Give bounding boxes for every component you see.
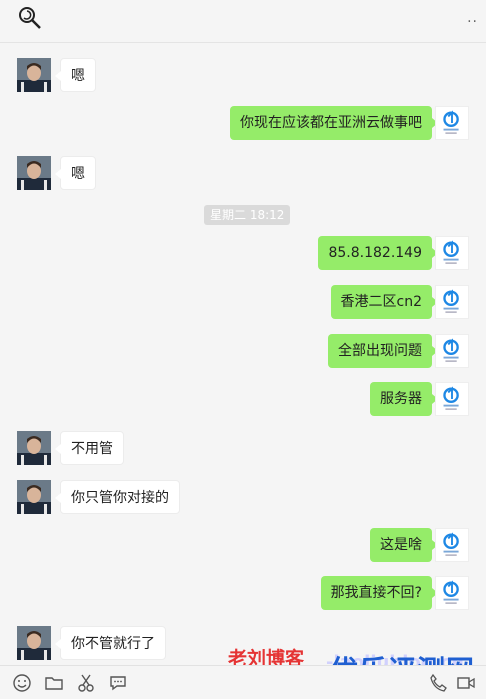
message-bubble[interactable]: 那我直接不回? (320, 576, 439, 610)
lollipop-icon[interactable] (18, 6, 42, 30)
message-row-outgoing: 你现在应该都在亚洲云做事吧 (0, 106, 486, 142)
contact-avatar[interactable] (17, 58, 51, 92)
self-avatar[interactable] (435, 528, 469, 562)
contact-avatar[interactable] (17, 626, 51, 660)
phone-icon[interactable] (428, 673, 448, 693)
video-icon[interactable] (456, 673, 476, 693)
message-bubble[interactable]: 你不管就行了 (55, 626, 166, 660)
message-bubble[interactable]: 香港二区cn2 (330, 285, 439, 319)
message-row-outgoing: 全部出现问题 (0, 334, 486, 370)
folder-icon[interactable] (44, 673, 64, 693)
message-bubble[interactable]: 你只管你对接的 (55, 480, 180, 514)
contact-avatar[interactable] (17, 480, 51, 514)
message-bubble[interactable]: 85.8.182.149 (318, 236, 438, 270)
emoji-icon[interactable] (12, 673, 32, 693)
contact-avatar[interactable] (17, 156, 51, 190)
message-bubble[interactable]: 服务器 (370, 382, 438, 416)
timestamp-badge: 星期二 18:12 (204, 205, 291, 225)
more-icon[interactable]: ·· (467, 14, 478, 30)
chat-icon[interactable] (108, 673, 128, 693)
self-avatar[interactable] (435, 382, 469, 416)
input-toolbar (0, 665, 486, 699)
message-row-incoming: 嗯 (0, 58, 486, 94)
message-row-outgoing: 那我直接不回? (0, 576, 486, 612)
message-bubble[interactable]: 这是啥 (370, 528, 438, 562)
message-row-outgoing: 85.8.182.149 (0, 236, 486, 272)
self-avatar[interactable] (435, 334, 469, 368)
message-bubble[interactable]: 你现在应该都在亚洲云做事吧 (230, 106, 438, 140)
self-avatar[interactable] (435, 236, 469, 270)
message-row-incoming: 不用管 (0, 431, 486, 467)
title-bar: ·· (0, 0, 486, 43)
message-row-outgoing: 这是啥 (0, 528, 486, 564)
self-avatar[interactable] (435, 106, 469, 140)
message-bubble[interactable]: 嗯 (55, 58, 96, 92)
chat-area: 星期二 18:12 嗯你现在应该都在亚洲云做事吧嗯 85.8.182.149 香港二… (0, 44, 486, 665)
contact-avatar[interactable] (17, 431, 51, 465)
message-row-outgoing: 服务器 (0, 382, 486, 418)
scissors-icon[interactable] (76, 673, 96, 693)
message-row-outgoing: 香港二区cn2 (0, 285, 486, 321)
message-bubble[interactable]: 不用管 (55, 431, 124, 465)
message-row-incoming: 嗯 (0, 156, 486, 192)
self-avatar[interactable] (435, 285, 469, 319)
message-bubble[interactable]: 嗯 (55, 156, 96, 190)
self-avatar[interactable] (435, 576, 469, 610)
message-row-incoming: 你只管你对接的 (0, 480, 486, 516)
message-bubble[interactable]: 全部出现问题 (328, 334, 438, 368)
